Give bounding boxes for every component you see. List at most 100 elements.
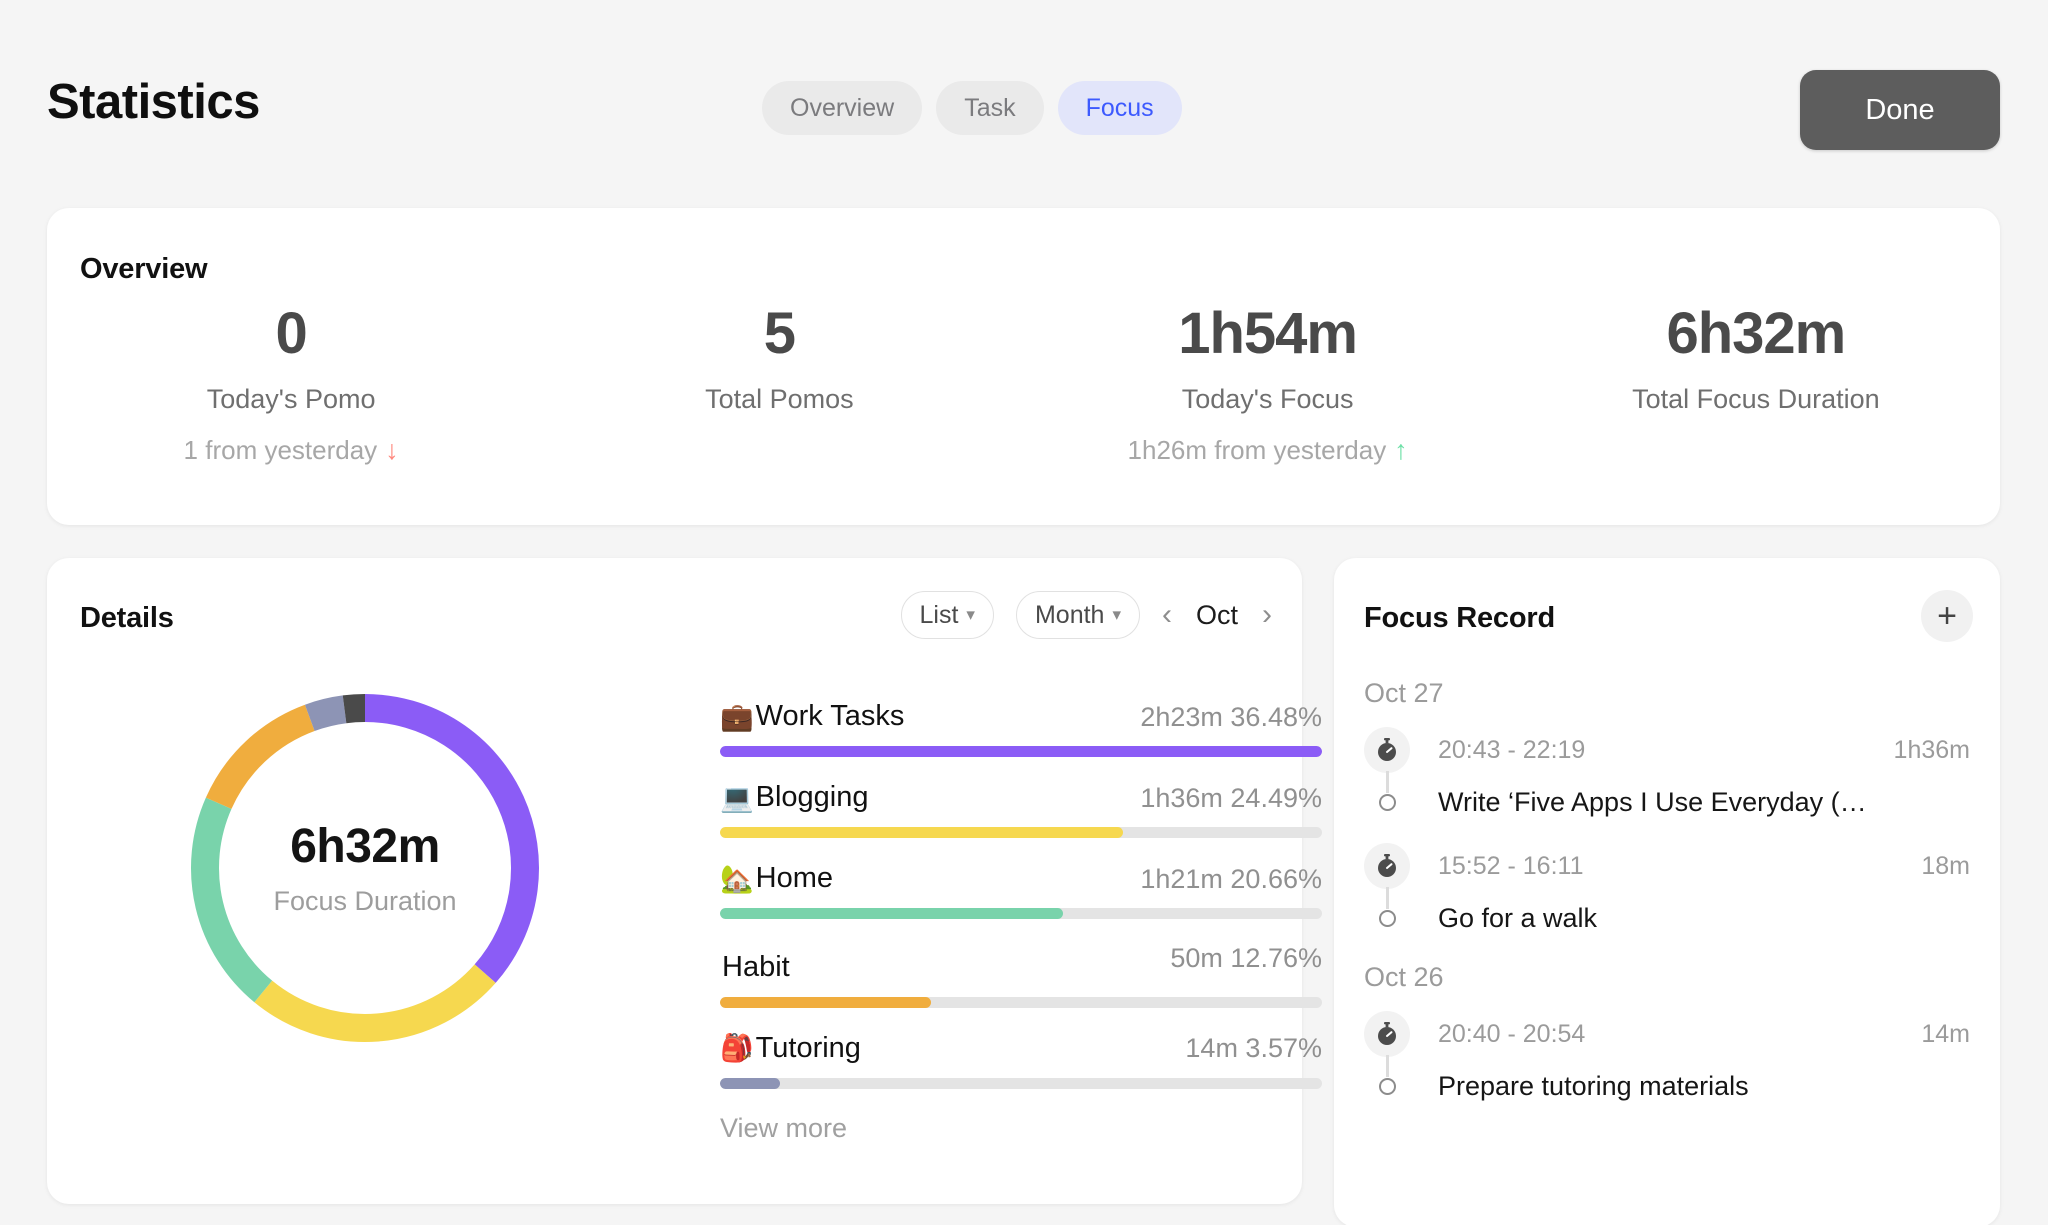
category-emoji-icon: 💼 xyxy=(720,701,754,732)
record-task-title: Go for a walk xyxy=(1438,902,1598,933)
overview-card: Overview 0 Today's Pomo 1 from yesterday… xyxy=(47,208,2000,525)
record-entry-meta: 15:52 - 16:11 18m xyxy=(1364,843,1970,889)
stat-value: 6h32m xyxy=(1666,301,1846,366)
category-row[interactable]: 🏡 Home 1h21m 20.66% xyxy=(720,862,1322,919)
category-emoji-icon: 🎒 xyxy=(720,1033,754,1063)
category-label: Home xyxy=(755,862,833,894)
stopwatch-icon xyxy=(1364,1011,1410,1057)
range-select[interactable]: Month ▾ xyxy=(1015,591,1140,639)
chevron-down-icon: ▾ xyxy=(966,605,975,624)
record-duration: 18m xyxy=(1921,851,1970,880)
timeline-connector xyxy=(1386,887,1389,909)
done-button[interactable]: Done xyxy=(1800,70,2000,150)
category-row[interactable]: Habit 50m 12.76% xyxy=(720,943,1322,1008)
category-progress-fill xyxy=(720,1077,781,1089)
category-row-header: Habit 50m 12.76% xyxy=(720,943,1322,984)
list-fade-overlay xyxy=(1334,1175,2000,1225)
record-entry-meta: 20:43 - 22:19 1h36m xyxy=(1364,727,1970,773)
focus-record-entry[interactable]: 20:40 - 20:54 14m Prepare tutoring materia… xyxy=(1334,999,2000,1115)
stat-delta-text: 1 from yesterday xyxy=(183,434,378,465)
chevron-left-icon[interactable]: ‹ xyxy=(1162,600,1172,630)
timeline-connector xyxy=(1386,771,1389,793)
record-task-title: Prepare tutoring materials xyxy=(1438,1070,1749,1101)
record-entry-meta: 20:40 - 20:54 14m xyxy=(1364,1011,1970,1057)
month-label: Oct xyxy=(1195,599,1238,630)
chevron-down-icon: ▾ xyxy=(1112,605,1121,624)
stat-total-focus-duration: 6h32m Total Focus Duration xyxy=(1512,301,2000,466)
category-name: 💻 Blogging xyxy=(720,781,869,814)
category-breakdown-list: 💼 Work Tasks 2h23m 36.48% 💻 Blogging 1h36m 24… xyxy=(720,700,1322,1144)
category-row-header: 🎒 Tutoring 14m 3.57% xyxy=(720,1032,1322,1065)
category-label: Habit xyxy=(722,950,790,983)
category-label: Work Tasks xyxy=(755,700,905,732)
record-duration: 1h36m xyxy=(1893,735,1970,764)
record-entry-task: Go for a walk xyxy=(1364,895,1970,941)
category-progress-fill xyxy=(720,746,1322,757)
stat-label: Today's Focus xyxy=(1181,383,1354,414)
record-task-title: Write ‘Five Apps I Use Everyday (… xyxy=(1438,786,1867,817)
view-more-link[interactable]: View more xyxy=(720,1113,1322,1144)
tab-overview[interactable]: Overview xyxy=(762,81,923,135)
category-label: Tutoring xyxy=(755,1031,861,1064)
overview-stats: 0 Today's Pomo 1 from yesterday ↓ 5 Tota… xyxy=(47,301,2000,466)
category-value: 50m 12.76% xyxy=(1170,943,1322,973)
category-row[interactable]: 🎒 Tutoring 14m 3.57% xyxy=(720,1032,1322,1089)
stat-total-pomos: 5 Total Pomos xyxy=(535,301,1023,466)
arrow-up-icon: ↑ xyxy=(1394,434,1408,465)
focus-record-entry[interactable]: 15:52 - 16:11 18m Go for a walk xyxy=(1334,831,2000,947)
stopwatch-icon xyxy=(1364,843,1410,889)
stat-delta: 1h26m from yesterday ↑ xyxy=(1128,435,1408,466)
category-row-header: 💼 Work Tasks 2h23m 36.48% xyxy=(720,700,1322,733)
category-progress-track xyxy=(720,908,1322,919)
record-entry-task: Prepare tutoring materials xyxy=(1364,1063,1970,1109)
category-value: 1h36m 24.49% xyxy=(1140,782,1322,813)
category-progress-fill xyxy=(720,996,931,1008)
month-nav: ‹ Oct › xyxy=(1162,600,1272,631)
category-row[interactable]: 💻 Blogging 1h36m 24.49% xyxy=(720,781,1322,838)
top-bar: Statistics Overview Task Focus Done xyxy=(0,0,2048,160)
stat-delta-text: 1h26m from yesterday xyxy=(1127,434,1387,465)
tab-task[interactable]: Task xyxy=(936,81,1044,135)
page-title: Statistics xyxy=(47,75,260,129)
chevron-right-icon[interactable]: › xyxy=(1262,600,1272,630)
category-name: 🎒 Tutoring xyxy=(720,1032,861,1065)
category-progress-fill xyxy=(720,827,1124,838)
category-progress-track xyxy=(720,1077,1322,1089)
category-row[interactable]: 💼 Work Tasks 2h23m 36.48% xyxy=(720,700,1322,757)
view-mode-select[interactable]: List ▾ xyxy=(900,591,994,639)
plus-icon[interactable]: + xyxy=(1921,590,1973,642)
record-date-header: Oct 26 xyxy=(1364,962,1444,992)
stat-label: Total Pomos xyxy=(705,383,854,414)
focus-record-entry[interactable]: 20:43 - 22:19 1h36m Write ‘Five Apps I Use… xyxy=(1334,715,2000,831)
category-emoji-icon: 💻 xyxy=(720,782,754,813)
category-progress-fill xyxy=(720,908,1064,919)
focus-record-card: Focus Record + Oct 27 20:43 - 22:19 1h36m W… xyxy=(1334,558,2000,1225)
category-value: 1h21m 20.66% xyxy=(1140,863,1322,894)
category-name: 💼 Work Tasks xyxy=(720,700,904,733)
category-row-header: 💻 Blogging 1h36m 24.49% xyxy=(720,781,1322,814)
focus-record-title: Focus Record xyxy=(1364,602,1555,634)
donut-total-value: 6h32m xyxy=(290,820,440,873)
record-entry-task: Write ‘Five Apps I Use Everyday (… xyxy=(1364,779,1970,825)
stat-label: Total Focus Duration xyxy=(1632,383,1880,414)
record-time-range: 20:40 - 20:54 xyxy=(1438,1019,1586,1048)
focus-donut-chart: 6h32m Focus Duration xyxy=(175,678,555,1058)
tab-focus[interactable]: Focus xyxy=(1057,81,1182,135)
category-name: 🏡 Home xyxy=(720,862,833,895)
record-duration: 14m xyxy=(1921,1019,1970,1048)
statistics-page: Statistics Overview Task Focus Done Over… xyxy=(0,0,2048,1225)
stat-todays-pomo: 0 Today's Pomo 1 from yesterday ↓ xyxy=(47,301,535,466)
record-time-range: 15:52 - 16:11 xyxy=(1438,851,1584,880)
category-name: Habit xyxy=(720,951,790,984)
timeline-connector xyxy=(1386,1055,1389,1077)
details-title: Details xyxy=(80,602,174,634)
focus-record-list: Oct 27 20:43 - 22:19 1h36m Write ‘Five Apps… xyxy=(1334,663,2000,1115)
category-progress-track xyxy=(720,746,1322,757)
record-time-range: 20:43 - 22:19 xyxy=(1438,735,1586,764)
stat-value: 5 xyxy=(763,301,796,366)
range-label: Month xyxy=(1034,600,1105,629)
stat-value: 0 xyxy=(275,301,307,366)
category-value: 2h23m 36.48% xyxy=(1140,701,1322,732)
record-date-header: Oct 27 xyxy=(1364,678,1444,708)
stat-label: Today's Pomo xyxy=(206,383,376,414)
